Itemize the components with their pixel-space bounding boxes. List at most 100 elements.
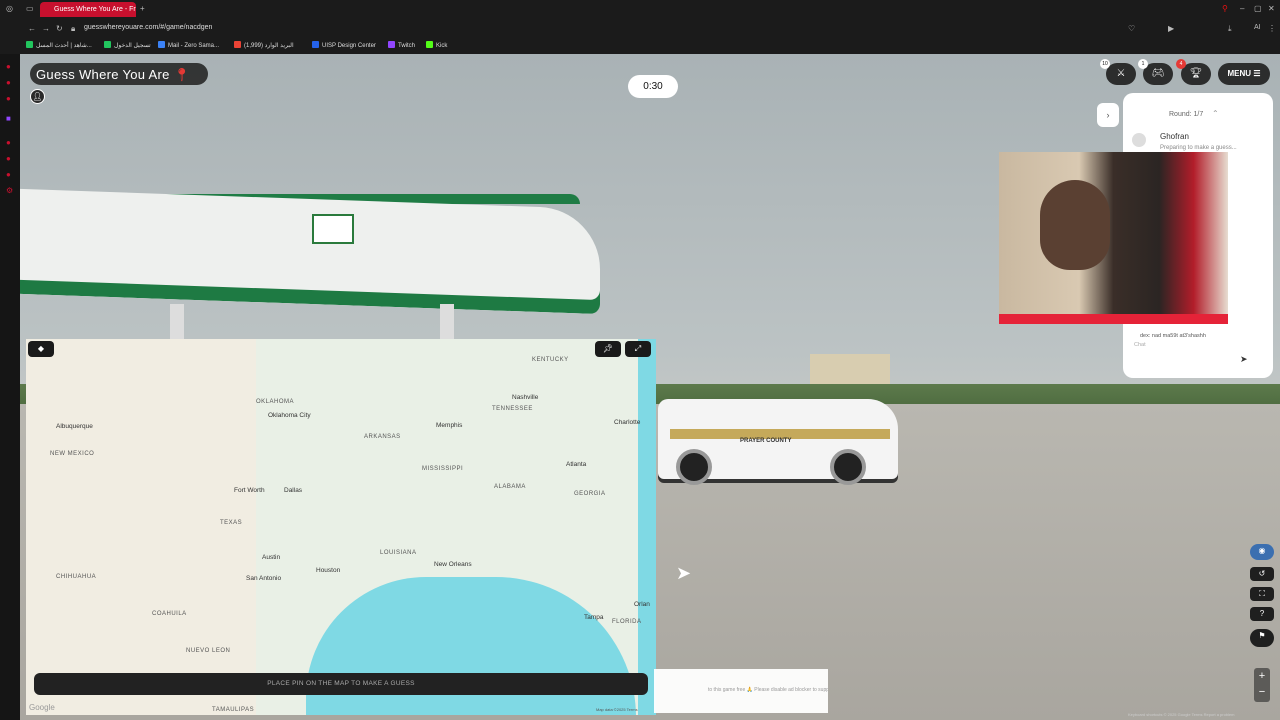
sidebar-app-icon[interactable]: ● (6, 154, 11, 163)
google-logo: Google (29, 703, 55, 712)
chat-message: dex: nad ma59t at3'shashh (1140, 333, 1206, 339)
hamburger-icon: ☰ (1253, 69, 1261, 78)
sidebar-app-icon[interactable]: ● (6, 78, 11, 87)
layers-icon: ◆ (37, 344, 45, 353)
make-guess-button[interactable]: PLACE PIN ON THE MAP TO MAKE A GUESS (34, 673, 648, 695)
chat-input[interactable]: Chat (1134, 342, 1234, 372)
map-pin-icon: 📍︎ (173, 67, 191, 82)
tab-title: Guess Where You Are - Fr (54, 6, 136, 13)
game-title: Guess Where You Are 📍︎ (36, 67, 191, 82)
roadside-building (810, 354, 890, 384)
zoom-out-icon[interactable]: − (1254, 684, 1270, 700)
fullscreen-icon: ⛶ (1259, 589, 1265, 598)
collapse-panel-button[interactable]: › (1097, 103, 1119, 127)
url-field[interactable]: guesswhereyouare.com/#/game/nacdgen (84, 24, 212, 31)
help-button[interactable]: ? (1250, 607, 1274, 621)
map-label-texas: TEXAS (220, 520, 243, 526)
sidebar-twitch-icon[interactable]: ■ (6, 114, 11, 123)
tab-guess-where-you-are[interactable]: Guess Where You Are - Fr (40, 2, 136, 17)
bookmark-item[interactable]: Mail - Zero Sama... (158, 41, 219, 49)
menu-button[interactable]: MENU ☰ (1218, 63, 1270, 85)
help-icon: ? (1259, 609, 1265, 618)
swords-icon: ⚔ (1116, 68, 1126, 79)
sidebar-settings-icon[interactable]: ⚙ (6, 186, 13, 195)
compass-icon[interactable]: ◉ (1250, 544, 1274, 560)
map-city: New Orleans (434, 561, 472, 568)
map-layers-button[interactable]: ◆ (28, 341, 54, 357)
versus-badge: 10 (1100, 59, 1110, 69)
more-menu-icon[interactable]: ⋮ (1268, 24, 1276, 33)
bookmark-item[interactable]: شاهد | أحدث المسل... (26, 41, 92, 49)
trophy-icon: 🏆︎ (1189, 68, 1203, 79)
map-city: Orlan (634, 601, 650, 608)
atlantic-ocean (638, 339, 656, 715)
bookmark-item[interactable]: UISP Design Center (312, 41, 376, 49)
bookmark-item[interactable]: البريد الوارد (1,999) (234, 41, 294, 49)
map-city: Charlotte (614, 419, 641, 426)
map-label-louisiana: LOUISIANA (380, 550, 417, 556)
fullscreen-button[interactable]: ⛶ (1250, 587, 1274, 601)
minimize-icon[interactable]: – (1240, 4, 1244, 13)
play-icon[interactable]: ▶ (1168, 24, 1174, 33)
browser-logo-icon: ◎ (6, 4, 13, 13)
new-tab-icon[interactable]: + (140, 4, 145, 13)
webcam-overlay (999, 152, 1228, 324)
sidebar-app-icon[interactable]: ● (6, 94, 11, 103)
pin-map-button[interactable]: 📌︎ (595, 341, 621, 357)
move-forward-arrow[interactable]: ➤ (676, 563, 691, 584)
chevron-up-icon[interactable]: ⌃ (1212, 109, 1219, 118)
map-city: Houston (316, 567, 341, 574)
undo-icon: ↺ (1258, 569, 1266, 578)
map-label-tamaulipas: TAMAULIPAS (212, 707, 255, 713)
flag-button[interactable]: ⚑ (1250, 629, 1274, 647)
guess-map[interactable]: OKLAHOMA ARKANSAS TENNESSEE KENTUCKY MIS… (26, 339, 656, 715)
ai-button[interactable]: AI (1254, 24, 1261, 31)
forward-icon[interactable]: → (42, 24, 50, 33)
map-label-chihuahua: CHIHUAHUA (56, 574, 97, 580)
canopy-pillar (170, 304, 184, 344)
pin-icon: 📌︎ (602, 344, 614, 353)
leaderboard-button[interactable]: 🏆︎ (1181, 63, 1211, 85)
bookmark-item[interactable]: Kick (426, 41, 447, 49)
map-city: Tampa (584, 614, 604, 621)
round-timer: 0:30 (628, 75, 678, 98)
undo-button[interactable]: ↺ (1250, 567, 1274, 581)
bookmark-item[interactable]: تسجيل الدخول (104, 41, 151, 49)
gamepad-icon: 🎮︎ (1151, 68, 1165, 79)
map-city: Austin (262, 554, 281, 561)
sidebar-app-icon[interactable]: ● (6, 138, 11, 147)
bookmark-favicon-icon (158, 41, 165, 48)
player-name: Ghofran (1160, 132, 1189, 141)
map-city: Oklahoma City (268, 412, 311, 419)
zoom-control: + − (1254, 668, 1270, 702)
back-icon[interactable]: ← (28, 24, 36, 33)
map-city: Fort Worth (234, 487, 265, 494)
bookmark-icon[interactable]: ♡ (1128, 24, 1135, 33)
bookmark-favicon-icon (426, 41, 433, 48)
expand-map-button[interactable]: ⤢ (625, 341, 651, 357)
download-icon[interactable]: ⤓ (1228, 24, 1232, 34)
map-label-florida: FLORIDA (612, 619, 642, 625)
close-icon[interactable]: ✕ (1268, 4, 1275, 13)
versus-button[interactable]: ⚔ (1106, 63, 1136, 85)
search-icon[interactable]: ⚲ (1222, 4, 1228, 13)
maximize-icon[interactable]: ▢ (1254, 4, 1262, 13)
bookmark-item[interactable]: Twitch (388, 41, 415, 49)
truck-door-text: PRAYER COUNTY (740, 438, 792, 444)
zoom-in-icon[interactable]: + (1254, 668, 1270, 684)
map-label-arkansas: ARKANSAS (364, 434, 401, 440)
bookmark-favicon-icon (26, 41, 33, 48)
sinclair-sign (312, 214, 354, 244)
profile-icon[interactable]: 👤︎ (30, 89, 45, 104)
bookmark-favicon-icon (234, 41, 241, 48)
sidebar-app-icon[interactable]: ● (6, 62, 11, 71)
sidebar-toggle-icon[interactable]: ▭ (26, 4, 34, 13)
send-icon[interactable]: ➤ (1240, 354, 1248, 365)
leaderboard-badge: 4 (1176, 59, 1186, 69)
flag-icon: ⚑ (1258, 631, 1266, 640)
reload-icon[interactable]: ↻ (56, 24, 63, 33)
browser-tab-bar: ◎ ▭ Guess Where You Are - Fr + ⚲ – ▢ ✕ (0, 0, 1280, 20)
map-label-coahuila: COAHUILA (152, 611, 187, 617)
sidebar-app-icon[interactable]: ● (6, 170, 11, 179)
gamepad-button[interactable]: 🎮︎ (1143, 63, 1173, 85)
